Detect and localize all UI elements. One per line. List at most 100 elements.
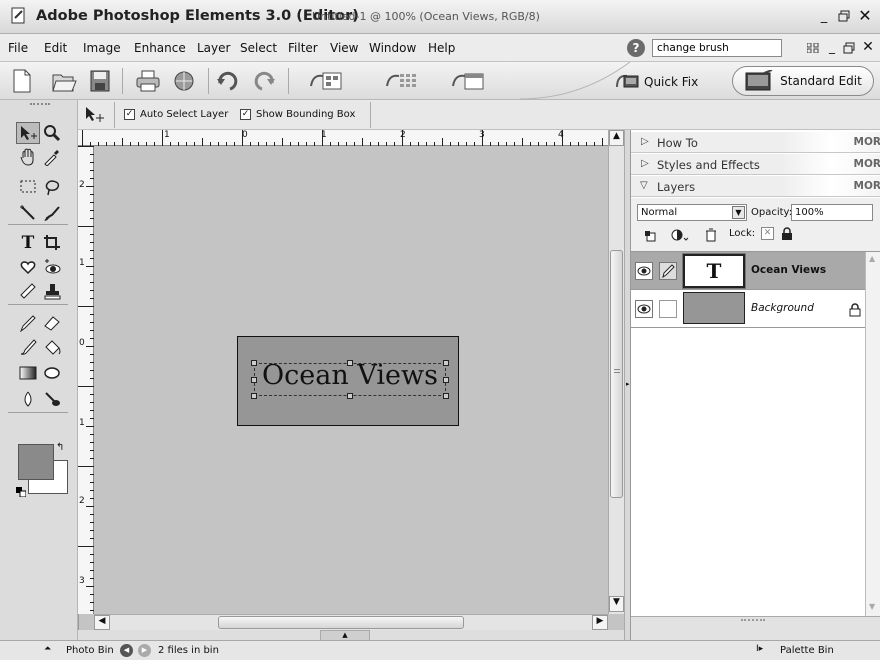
layers-more-button[interactable]: MOR <box>854 180 880 192</box>
doc-minimize-icon[interactable]: _ <box>826 39 838 55</box>
lasso-tool-icon[interactable] <box>40 176 64 198</box>
new-file-icon[interactable] <box>10 68 34 94</box>
layer-brush-link-icon[interactable] <box>659 262 677 280</box>
menu-image[interactable]: Image <box>83 41 121 55</box>
layer-name[interactable]: Background <box>751 302 814 314</box>
paint-bucket-tool-icon[interactable] <box>40 336 64 358</box>
pencil-tool-icon[interactable] <box>16 312 40 334</box>
new-layer-icon[interactable] <box>645 228 659 242</box>
layer-row[interactable]: Background <box>631 290 865 328</box>
move-tool-icon[interactable] <box>16 122 40 144</box>
adjustment-layer-icon[interactable] <box>671 227 689 243</box>
palette-bin-label[interactable]: Palette Bin <box>780 645 834 656</box>
foreground-color-swatch-top[interactable] <box>18 444 54 480</box>
scroll-left-button[interactable]: ◀ <box>94 615 110 630</box>
help-icon[interactable]: ? <box>627 39 645 57</box>
menu-view[interactable]: View <box>330 41 358 55</box>
menu-layer[interactable]: Layer <box>197 41 230 55</box>
blend-mode-select[interactable]: Normal ▼ <box>637 204 747 221</box>
layer-row[interactable]: T Ocean Views <box>631 252 865 290</box>
cookie-cutter-tool-icon[interactable] <box>16 256 40 278</box>
bbox-handle[interactable] <box>347 393 353 399</box>
styles-effects-more-button[interactable]: MOR <box>854 158 880 170</box>
palette-layout-icon[interactable] <box>806 42 820 54</box>
undo-icon[interactable] <box>214 68 242 94</box>
redo-icon[interactable] <box>250 68 278 94</box>
bbox-handle[interactable] <box>251 393 257 399</box>
menu-file[interactable]: File <box>8 41 28 55</box>
how-to-panel-header[interactable]: ▷ How To MOR <box>631 132 880 153</box>
bounding-box-checkbox[interactable]: ✓ <box>240 109 251 120</box>
magic-wand-tool-icon[interactable] <box>16 202 40 224</box>
opacity-input[interactable]: 100% <box>791 204 873 221</box>
hand-tool-icon[interactable] <box>16 146 40 168</box>
scroll-down-button[interactable]: ▼ <box>609 596 624 612</box>
menu-help[interactable]: Help <box>428 41 455 55</box>
horizontal-scroll-thumb[interactable] <box>218 616 464 629</box>
lock-all-icon[interactable] <box>781 226 793 240</box>
doc-close-icon[interactable]: ✕ <box>860 39 876 55</box>
quick-fix-button[interactable]: Quick Fix <box>614 70 722 94</box>
menu-edit[interactable]: Edit <box>44 41 67 55</box>
healing-brush-tool-icon[interactable] <box>16 280 40 302</box>
close-icon[interactable]: ✕ <box>856 6 874 25</box>
red-eye-tool-icon[interactable] <box>40 256 64 278</box>
menu-enhance[interactable]: Enhance <box>134 41 186 55</box>
vertical-scroll-thumb[interactable] <box>610 250 623 498</box>
zoom-tool-icon[interactable] <box>40 122 64 144</box>
previous-file-icon[interactable]: ◀ <box>120 644 133 657</box>
auto-select-checkbox[interactable]: ✓ <box>124 109 135 120</box>
canvas-text-layer[interactable]: Ocean Views <box>252 360 448 391</box>
toolbox-grip[interactable] <box>30 103 50 107</box>
trash-icon[interactable] <box>705 227 719 243</box>
default-colors-icon[interactable] <box>16 482 27 498</box>
organizer-icon[interactable] <box>308 68 344 94</box>
vertical-scrollbar[interactable]: ▲ ▼ <box>608 130 624 614</box>
marquee-tool-icon[interactable] <box>16 176 40 198</box>
menu-filter[interactable]: Filter <box>288 41 318 55</box>
layer-name[interactable]: Ocean Views <box>751 264 826 276</box>
photo-browser-icon[interactable] <box>384 68 420 94</box>
horizontal-scrollbar[interactable]: ◀ ▶ <box>94 614 608 630</box>
layer-link-box[interactable] <box>659 300 677 318</box>
next-file-icon[interactable]: ▶ <box>138 644 151 657</box>
gradient-tool-icon[interactable] <box>16 362 40 384</box>
minimize-icon[interactable]: _ <box>816 8 832 24</box>
online-services-icon[interactable] <box>170 68 198 94</box>
bbox-handle[interactable] <box>443 393 449 399</box>
blur-tool-icon[interactable] <box>16 388 40 410</box>
date-view-icon[interactable] <box>450 68 486 94</box>
visibility-eye-icon[interactable] <box>635 262 653 280</box>
shape-tool-icon[interactable] <box>40 362 64 384</box>
ruler-left[interactable]: 2 1 0 1 2 3 <box>78 146 94 614</box>
save-icon[interactable] <box>88 68 112 94</box>
styles-effects-panel-header[interactable]: ▷ Styles and Effects MOR <box>631 154 880 175</box>
eraser-tool-icon[interactable] <box>40 312 64 334</box>
how-to-more-button[interactable]: MOR <box>854 136 880 148</box>
standard-edit-button[interactable]: Standard Edit <box>732 66 874 96</box>
ruler-top[interactable]: 1 0 1 2 3 4 <box>78 130 608 146</box>
print-icon[interactable] <box>134 68 162 94</box>
crop-tool-icon[interactable] <box>40 232 64 254</box>
photo-bin-toggle-icon[interactable]: ⏶ <box>44 644 51 654</box>
sponge-tool-icon[interactable] <box>40 388 64 410</box>
selection-brush-tool-icon[interactable] <box>40 202 64 224</box>
photo-bin-label[interactable]: Photo Bin <box>66 645 114 656</box>
scroll-up-button[interactable]: ▲ <box>609 130 624 146</box>
menu-select[interactable]: Select <box>240 41 277 55</box>
menu-window[interactable]: Window <box>369 41 416 55</box>
eyedropper-tool-icon[interactable] <box>40 146 64 168</box>
open-file-icon[interactable] <box>50 68 78 94</box>
doc-restore-icon[interactable] <box>842 41 856 55</box>
palette-bin-toggle-icon[interactable]: I▸ <box>756 644 763 654</box>
help-search-input[interactable] <box>652 39 782 57</box>
swap-colors-icon[interactable]: ↰ <box>56 442 68 454</box>
document-image[interactable]: Ocean Views <box>237 336 459 426</box>
scroll-right-button[interactable]: ▶ <box>592 615 608 630</box>
clone-stamp-tool-icon[interactable] <box>40 280 64 302</box>
type-tool-icon[interactable]: T <box>16 232 40 254</box>
visibility-eye-icon[interactable] <box>635 300 653 318</box>
restore-icon[interactable] <box>836 8 852 24</box>
layers-scrollbar[interactable]: ▲ ▼ <box>865 252 880 616</box>
photo-bin-toggle-grip[interactable]: ▲ <box>320 630 370 640</box>
